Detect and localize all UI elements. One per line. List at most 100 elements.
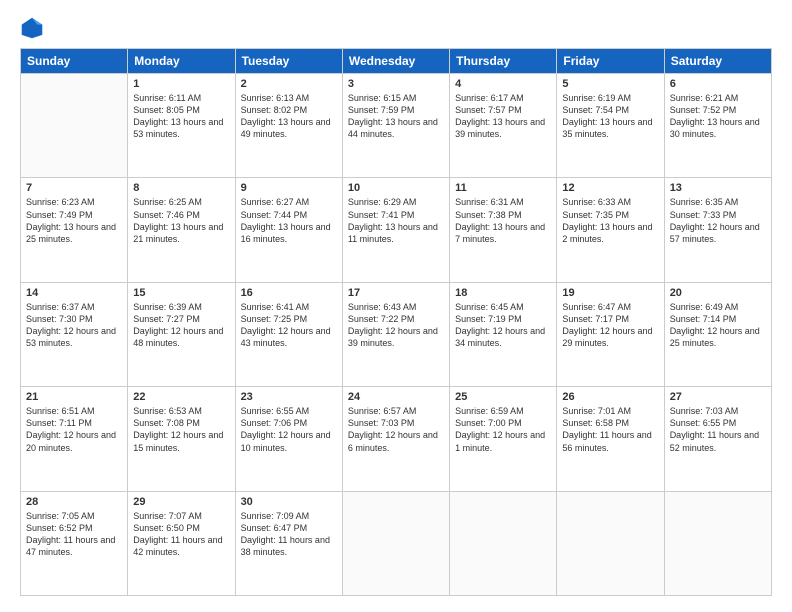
day-cell: 21 Sunrise: 6:51 AMSunset: 7:11 PMDayligh…	[21, 387, 128, 491]
day-info: Sunrise: 6:35 AMSunset: 7:33 PMDaylight:…	[670, 196, 766, 245]
day-number: 28	[26, 496, 122, 508]
day-number: 16	[241, 287, 337, 299]
weekday-header-monday: Monday	[128, 49, 235, 74]
weekday-header-row: SundayMondayTuesdayWednesdayThursdayFrid…	[21, 49, 772, 74]
day-number: 21	[26, 391, 122, 403]
day-number: 19	[562, 287, 658, 299]
logo	[20, 16, 48, 40]
day-number: 20	[670, 287, 766, 299]
week-row-3: 14Sunrise: 6:37 AMSunset: 7:30 PMDayligh…	[21, 282, 772, 386]
day-cell: 12 Sunrise: 6:33 AMSunset: 7:35 PMDayligh…	[557, 178, 664, 282]
week-row-5: 28 Sunrise: 7:05 AMSunset: 6:52 PMDayligh…	[21, 491, 772, 595]
day-cell: 8Sunrise: 6:25 AMSunset: 7:46 PMDaylight…	[128, 178, 235, 282]
week-row-2: 7Sunrise: 6:23 AMSunset: 7:49 PMDaylight…	[21, 178, 772, 282]
day-number: 3	[348, 78, 444, 90]
day-number: 18	[455, 287, 551, 299]
day-number: 8	[133, 182, 229, 194]
day-info: Sunrise: 6:55 AMSunset: 7:06 PMDaylight:…	[241, 405, 337, 454]
day-number: 5	[562, 78, 658, 90]
week-row-1: 1 Sunrise: 6:11 AMSunset: 8:05 PMDaylight…	[21, 74, 772, 178]
day-info: Sunrise: 6:47 AMSunset: 7:17 PMDaylight:…	[562, 301, 658, 350]
day-cell	[21, 74, 128, 178]
day-info: Sunrise: 6:45 AMSunset: 7:19 PMDaylight:…	[455, 301, 551, 350]
day-info: Sunrise: 6:33 AMSunset: 7:35 PMDaylight:…	[562, 196, 658, 245]
day-number: 27	[670, 391, 766, 403]
day-number: 2	[241, 78, 337, 90]
day-info: Sunrise: 6:51 AMSunset: 7:11 PMDaylight:…	[26, 405, 122, 454]
day-info: Sunrise: 6:19 AMSunset: 7:54 PMDaylight:…	[562, 92, 658, 141]
day-number: 25	[455, 391, 551, 403]
day-info: Sunrise: 7:07 AMSunset: 6:50 PMDaylight:…	[133, 510, 229, 559]
day-cell: 25 Sunrise: 6:59 AMSunset: 7:00 PMDayligh…	[450, 387, 557, 491]
day-cell: 9 Sunrise: 6:27 AMSunset: 7:44 PMDaylight…	[235, 178, 342, 282]
day-number: 26	[562, 391, 658, 403]
day-cell: 19 Sunrise: 6:47 AMSunset: 7:17 PMDayligh…	[557, 282, 664, 386]
day-number: 4	[455, 78, 551, 90]
logo-icon	[20, 16, 44, 40]
day-info: Sunrise: 7:01 AMSunset: 6:58 PMDaylight:…	[562, 405, 658, 454]
day-info: Sunrise: 6:31 AMSunset: 7:38 PMDaylight:…	[455, 196, 551, 245]
day-cell: 14Sunrise: 6:37 AMSunset: 7:30 PMDayligh…	[21, 282, 128, 386]
day-cell: 6 Sunrise: 6:21 AMSunset: 7:52 PMDaylight…	[664, 74, 771, 178]
day-info: Sunrise: 6:15 AMSunset: 7:59 PMDaylight:…	[348, 92, 444, 141]
day-number: 6	[670, 78, 766, 90]
day-cell: 7Sunrise: 6:23 AMSunset: 7:49 PMDaylight…	[21, 178, 128, 282]
day-cell: 28 Sunrise: 7:05 AMSunset: 6:52 PMDayligh…	[21, 491, 128, 595]
day-number: 11	[455, 182, 551, 194]
weekday-header-sunday: Sunday	[21, 49, 128, 74]
day-number: 15	[133, 287, 229, 299]
day-number: 1	[133, 78, 229, 90]
weekday-header-tuesday: Tuesday	[235, 49, 342, 74]
day-cell: 27 Sunrise: 7:03 AMSunset: 6:55 PMDayligh…	[664, 387, 771, 491]
weekday-header-friday: Friday	[557, 49, 664, 74]
day-cell: 15 Sunrise: 6:39 AMSunset: 7:27 PMDayligh…	[128, 282, 235, 386]
day-info: Sunrise: 6:39 AMSunset: 7:27 PMDaylight:…	[133, 301, 229, 350]
day-cell: 4Sunrise: 6:17 AMSunset: 7:57 PMDaylight…	[450, 74, 557, 178]
day-number: 13	[670, 182, 766, 194]
day-cell: 30Sunrise: 7:09 AMSunset: 6:47 PMDayligh…	[235, 491, 342, 595]
day-number: 12	[562, 182, 658, 194]
day-number: 9	[241, 182, 337, 194]
day-number: 22	[133, 391, 229, 403]
day-number: 29	[133, 496, 229, 508]
day-number: 23	[241, 391, 337, 403]
day-info: Sunrise: 6:49 AMSunset: 7:14 PMDaylight:…	[670, 301, 766, 350]
day-info: Sunrise: 6:27 AMSunset: 7:44 PMDaylight:…	[241, 196, 337, 245]
page: SundayMondayTuesdayWednesdayThursdayFrid…	[0, 0, 792, 612]
day-info: Sunrise: 7:05 AMSunset: 6:52 PMDaylight:…	[26, 510, 122, 559]
day-cell: 5 Sunrise: 6:19 AMSunset: 7:54 PMDaylight…	[557, 74, 664, 178]
header	[20, 16, 772, 40]
day-info: Sunrise: 6:11 AMSunset: 8:05 PMDaylight:…	[133, 92, 229, 141]
day-info: Sunrise: 6:59 AMSunset: 7:00 PMDaylight:…	[455, 405, 551, 454]
day-cell: 16 Sunrise: 6:41 AMSunset: 7:25 PMDayligh…	[235, 282, 342, 386]
day-number: 10	[348, 182, 444, 194]
day-cell	[450, 491, 557, 595]
day-info: Sunrise: 7:03 AMSunset: 6:55 PMDaylight:…	[670, 405, 766, 454]
day-cell: 11 Sunrise: 6:31 AMSunset: 7:38 PMDayligh…	[450, 178, 557, 282]
day-cell	[664, 491, 771, 595]
day-cell: 26 Sunrise: 7:01 AMSunset: 6:58 PMDayligh…	[557, 387, 664, 491]
day-number: 17	[348, 287, 444, 299]
day-info: Sunrise: 6:13 AMSunset: 8:02 PMDaylight:…	[241, 92, 337, 141]
calendar-table: SundayMondayTuesdayWednesdayThursdayFrid…	[20, 48, 772, 596]
day-info: Sunrise: 6:41 AMSunset: 7:25 PMDaylight:…	[241, 301, 337, 350]
weekday-header-wednesday: Wednesday	[342, 49, 449, 74]
week-row-4: 21 Sunrise: 6:51 AMSunset: 7:11 PMDayligh…	[21, 387, 772, 491]
day-cell: 24 Sunrise: 6:57 AMSunset: 7:03 PMDayligh…	[342, 387, 449, 491]
day-cell: 18 Sunrise: 6:45 AMSunset: 7:19 PMDayligh…	[450, 282, 557, 386]
day-cell: 10Sunrise: 6:29 AMSunset: 7:41 PMDayligh…	[342, 178, 449, 282]
weekday-header-thursday: Thursday	[450, 49, 557, 74]
day-number: 24	[348, 391, 444, 403]
day-cell	[342, 491, 449, 595]
day-info: Sunrise: 6:21 AMSunset: 7:52 PMDaylight:…	[670, 92, 766, 141]
day-info: Sunrise: 6:57 AMSunset: 7:03 PMDaylight:…	[348, 405, 444, 454]
day-info: Sunrise: 7:09 AMSunset: 6:47 PMDaylight:…	[241, 510, 337, 559]
day-cell: 13 Sunrise: 6:35 AMSunset: 7:33 PMDayligh…	[664, 178, 771, 282]
day-cell: 3 Sunrise: 6:15 AMSunset: 7:59 PMDaylight…	[342, 74, 449, 178]
weekday-header-saturday: Saturday	[664, 49, 771, 74]
day-cell	[557, 491, 664, 595]
day-cell: 17Sunrise: 6:43 AMSunset: 7:22 PMDayligh…	[342, 282, 449, 386]
day-number: 7	[26, 182, 122, 194]
day-cell: 22Sunrise: 6:53 AMSunset: 7:08 PMDayligh…	[128, 387, 235, 491]
day-number: 14	[26, 287, 122, 299]
